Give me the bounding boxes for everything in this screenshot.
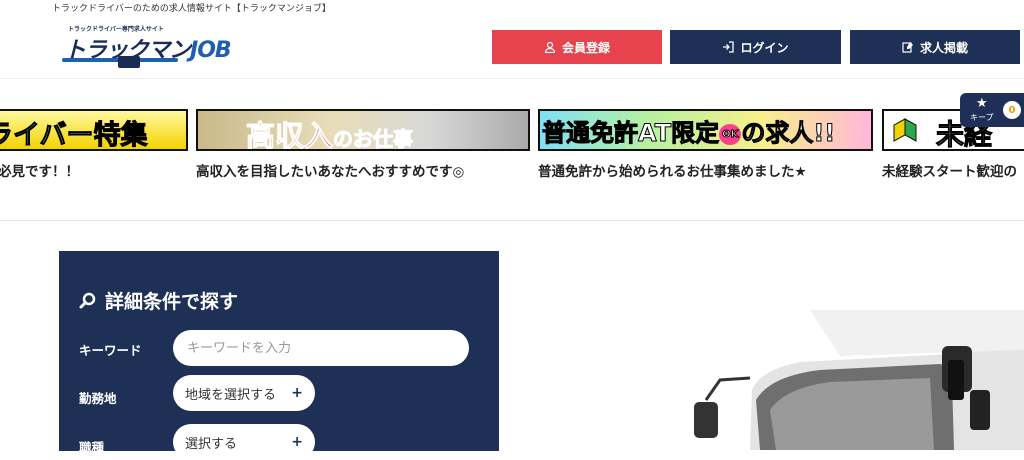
truck-photo [694,310,1024,450]
post-job-button[interactable]: 求人掲載 [850,30,1020,64]
login-label: ログイン [740,40,789,55]
banner-2-caption[interactable]: 高収入を目指したいあなたへおすすめです◎ [196,160,464,180]
site-tagline: トラックドライバーのための求人情報サイト【トラックマンジョブ】 [52,4,331,14]
header-divider [0,78,1024,79]
ok-badge: OK [719,123,742,145]
user-icon [544,41,556,53]
banner-3-text: 普通免許AT限定 OK の求人!! [541,119,836,148]
keep-label: キープ [970,113,994,122]
login-icon [723,41,735,53]
logo-truck-icon [118,56,140,68]
banner-1-caption[interactable]: 必見です！！ [0,160,79,180]
section-divider [0,220,1024,221]
job-type-select[interactable]: 選択する + [173,424,315,460]
search-title: 詳細条件で探す [79,287,238,314]
banner-2-text: 高収入のお仕事 [245,119,414,151]
star-icon: ★ [976,96,988,111]
keyword-label: キーワード [79,343,142,358]
register-button[interactable]: 会員登録 [492,30,662,64]
site-logo[interactable]: トラックドライバー専門求人サイト トラックマンJOB [62,24,232,70]
search-icon [79,292,96,308]
plus-icon: + [291,385,303,401]
post-icon [902,42,913,53]
job-type-label: 職種 [79,440,105,455]
keep-count-badge: 0 [1003,101,1021,119]
banner-3-caption[interactable]: 普通免許から始められるお仕事集めました★ [538,160,807,180]
job-type-value: 選択する [185,436,238,452]
location-value: 地域を選択する [185,387,277,403]
post-label: 求人掲載 [919,40,968,55]
banner-at-license[interactable]: 普通免許AT限定 OK の求人!! [538,109,873,151]
beginner-mark-icon [893,118,917,142]
banner-driver-feature[interactable]: ライバー特集 [0,109,188,151]
location-label: 勤務地 [79,391,117,406]
banner-high-income[interactable]: 高収入のお仕事 [196,109,530,151]
banner-1-text: ライバー特集 [0,120,148,151]
keep-button[interactable]: ★ キープ 0 [960,93,1024,127]
keyword-input[interactable] [173,330,469,366]
register-label: 会員登録 [561,40,610,55]
banner-4-caption[interactable]: 未経験スタート歓迎の [882,160,1017,180]
login-button[interactable]: ログイン [670,30,841,64]
search-panel: 詳細条件で探す キーワード 勤務地 地域を選択する + 職種 選択する + [59,251,499,460]
location-select[interactable]: 地域を選択する + [173,375,315,411]
